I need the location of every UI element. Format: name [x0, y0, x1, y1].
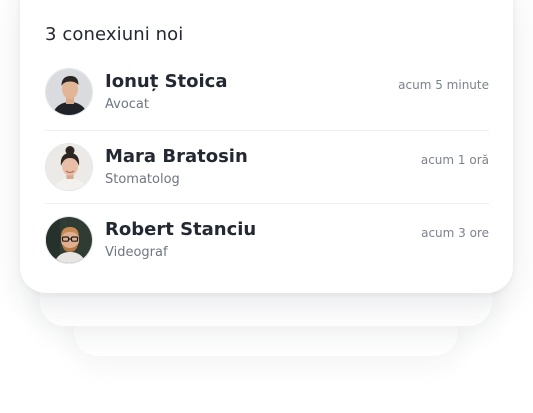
person-photo-icon — [46, 144, 92, 190]
card-title: 3 conexiuni noi — [45, 24, 184, 45]
divider — [45, 203, 489, 204]
connection-row[interactable]: Mara Bratosin Stomatolog acum 1 oră — [45, 143, 489, 217]
connection-role: Avocat — [105, 97, 149, 112]
connection-row[interactable]: Robert Stanciu Videograf acum 3 ore — [45, 216, 489, 290]
connection-name: Ionuț Stoica — [105, 71, 228, 92]
connection-name: Robert Stanciu — [105, 219, 257, 240]
connection-role: Stomatolog — [105, 172, 180, 187]
notification-stage: 3 conexiuni noi Ionuț Stoica Avocat acum… — [0, 0, 533, 413]
connection-time: acum 3 ore — [421, 226, 489, 240]
avatar — [45, 216, 93, 264]
avatar — [45, 68, 93, 116]
avatar — [45, 143, 93, 191]
connection-time: acum 5 minute — [398, 78, 489, 92]
divider — [45, 130, 489, 131]
person-photo-icon — [46, 217, 92, 263]
connection-role: Videograf — [105, 245, 168, 260]
connection-time: acum 1 oră — [420, 153, 489, 167]
person-photo-icon — [46, 69, 92, 115]
connection-name: Mara Bratosin — [105, 146, 248, 167]
